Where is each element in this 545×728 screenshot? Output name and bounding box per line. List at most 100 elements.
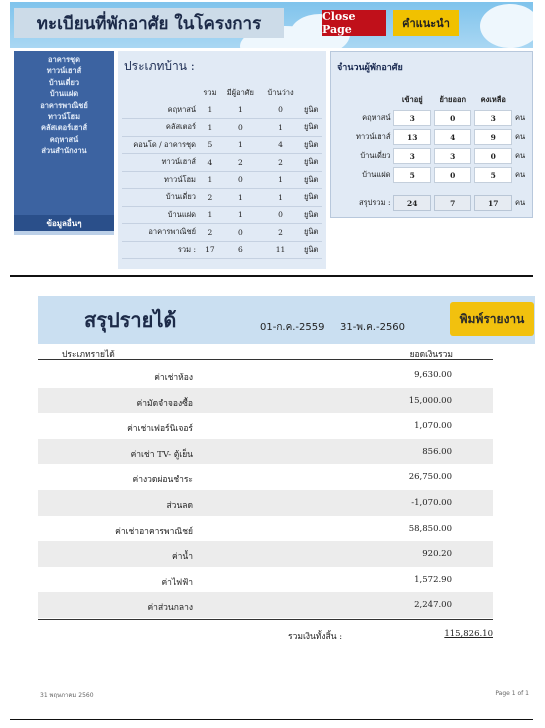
table-cell: ยูนิต [300,206,322,224]
table-cell: สรุปรวม : [359,198,391,207]
table-cell: 5 [474,167,513,183]
table-cell: 0 [474,148,513,164]
residents-table: เข้าอยู่ ย้ายออก คงเหลือ คฤหาสน์ 3 0 3 คน ทาว… [334,90,532,214]
table-cell: 4 [433,129,472,145]
table-cell: 0 [219,171,261,189]
table-cell: 17 [474,195,513,211]
table-row: อาคารพาณิชย์ 2 0 2 ยูนิต [122,223,322,242]
list-item: ค่าน้ำ 920.20 [38,541,493,567]
table-cell: ยูนิต [300,223,322,242]
table-row: บ้านเดี่ยว 3 3 0 คน [337,148,529,164]
income-name: ค่าเช่าเฟอร์นิเจอร์ [127,424,193,435]
table-cell: 17 [200,241,220,259]
table-cell: บ้านแฝด [122,206,200,224]
print-report-button[interactable]: พิมพ์รายงาน [450,302,534,336]
table-cell: ยูนิต [300,188,322,207]
table-cell: 3 [433,148,472,164]
col-header-total: รวม [203,88,217,97]
divider [10,275,533,277]
table-cell: 0 [433,167,472,183]
income-report: สรุปรายได้ 01-ก.ค.-2559 31-พ.ค.-2560 พิม… [38,296,535,716]
income-name: ค่าเช่าห้อง [154,373,193,383]
close-page-button[interactable]: Close Page [322,10,386,36]
divider [38,619,493,620]
table-cell: 1 [219,206,261,224]
sidebar-item-townhome[interactable]: ทาวน์โฮม [14,111,114,122]
col-header-remaining: คงเหลือ [480,95,506,104]
list-item: ค่าเช่า TV- ตู้เย็น 856.00 [38,438,493,465]
table-row: ทาวน์เฮาส์ 4 2 2 ยูนิต [122,153,322,172]
table-cell: 1 [200,118,220,137]
table-cell: 3 [393,110,431,126]
sidebar-item-detached[interactable]: บ้านเดี่ยว [14,77,114,88]
table-cell: 7 [433,195,472,211]
table-cell: 3 [393,148,431,164]
col-header [337,93,390,107]
sidebar-item-office[interactable]: ส่วนสำนักงาน [14,145,114,156]
table-cell: 0 [433,110,472,126]
table-row: บ้านแฝด 1 1 0 ยูนิต [122,206,322,224]
divider [10,719,533,720]
sidebar-item-cluster[interactable]: คลัสเตอร์เฮาส์ [14,122,114,133]
table-cell: 24 [393,195,431,211]
table-cell: 1 [260,171,301,189]
table-cell: ยูนิต [300,153,322,172]
col-header [122,85,200,101]
table-cell: 0 [219,223,261,242]
table-row: ทาวน์โฮม 1 0 1 ยูนิต [122,171,322,189]
sidebar-item-condo[interactable]: อาคารชุด [14,54,114,65]
table-cell: ทาวน์โฮม [122,171,200,189]
table-row: รวม :17 6 11 ยูนิต [122,241,322,259]
table-cell: 1 [219,188,261,207]
income-value: 9,630.00 [414,370,452,380]
table-cell: ยูนิต [300,171,322,189]
help-button[interactable]: คำแนะนำ [393,10,459,36]
residents-panel: จำนวนผู้พักอาศัย เข้าอยู่ ย้ายออก คงเหลื… [330,51,533,218]
table-row: คลัสเตอร์ 1 0 1 ยูนิต [122,118,322,137]
table-row: คอนโด / อาคารชุด 5 1 4 ยูนิต [122,136,322,154]
col-header [300,85,322,101]
table-cell: คน [515,170,526,179]
table-row: คฤหาสน์ 3 0 3 คน [337,110,529,126]
income-value: 1,070.00 [414,421,452,432]
sidebar-item-commercial[interactable]: อาคารพาณิชย์ [14,100,114,111]
income-name: ส่วนลด [166,500,193,511]
sidebar-item-townhouse[interactable]: ทาวน์เฮาส์ [14,65,114,76]
sidebar-item-other[interactable]: ข้อมูลอื่นๆ [14,215,114,231]
sidebar-item-mansion[interactable]: คฤหาสน์ [14,134,114,145]
income-value: 920.20 [422,549,452,560]
list-item: ค่าเช่าห้อง 9,630.00 [38,362,493,388]
table-cell: บ้านเดี่ยว [122,188,200,207]
table-cell: 1 [200,206,220,224]
table-cell: 4 [200,153,220,172]
table-cell: 1 [219,136,261,154]
table-cell: 2 [200,188,220,207]
footer-date: 31 พฤษภาคม 2560 [40,692,94,699]
income-name: ค่าน้ำ [171,552,193,563]
table-cell: 1 [260,188,301,207]
header-bar: ทะเบียนที่พักอาศัย ในโครงการ Close Page … [10,2,533,48]
list-item: ส่วนลด -1,070.00 [38,489,493,516]
table-cell: 0 [260,101,301,119]
table-cell: รวม : [122,241,200,259]
house-types-panel: ประเภทบ้าน : รวม มีผู้อาศัย บ้านว่าง คฤห… [118,51,326,269]
sidebar-item-twin[interactable]: บ้านแฝด [14,88,114,99]
col-header-vacant: บ้านว่าง [267,88,294,97]
table-cell: 1 [200,171,220,189]
col-header-moved-in: เข้าอยู่ [401,95,423,104]
list-item: ค่าเช่าเฟอร์นิเจอร์ 1,070.00 [38,413,493,439]
table-cell: 5 [393,167,431,183]
table-cell: คน [515,151,526,160]
table-cell: คอนโด / อาคารชุด [122,136,200,154]
table-cell: คน [515,113,526,122]
table-cell: 2 [219,153,261,172]
date-from: 01-ก.ค.-2559 [260,322,325,333]
house-types-title: ประเภทบ้าน : [124,59,195,73]
income-value: 856.00 [422,446,452,457]
table-cell: คน [515,198,526,207]
income-value: 2,247.00 [414,600,452,611]
list-item: ค่าเช่าอาคารพาณิชย์ 58,850.00 [38,516,493,542]
income-name: ค่ามัดจำจองซื้อ [136,398,193,409]
table-cell: ทาวน์เฮาส์ [356,132,391,141]
list-item: ค่าไฟฟ้า 1,572.90 [38,567,493,593]
